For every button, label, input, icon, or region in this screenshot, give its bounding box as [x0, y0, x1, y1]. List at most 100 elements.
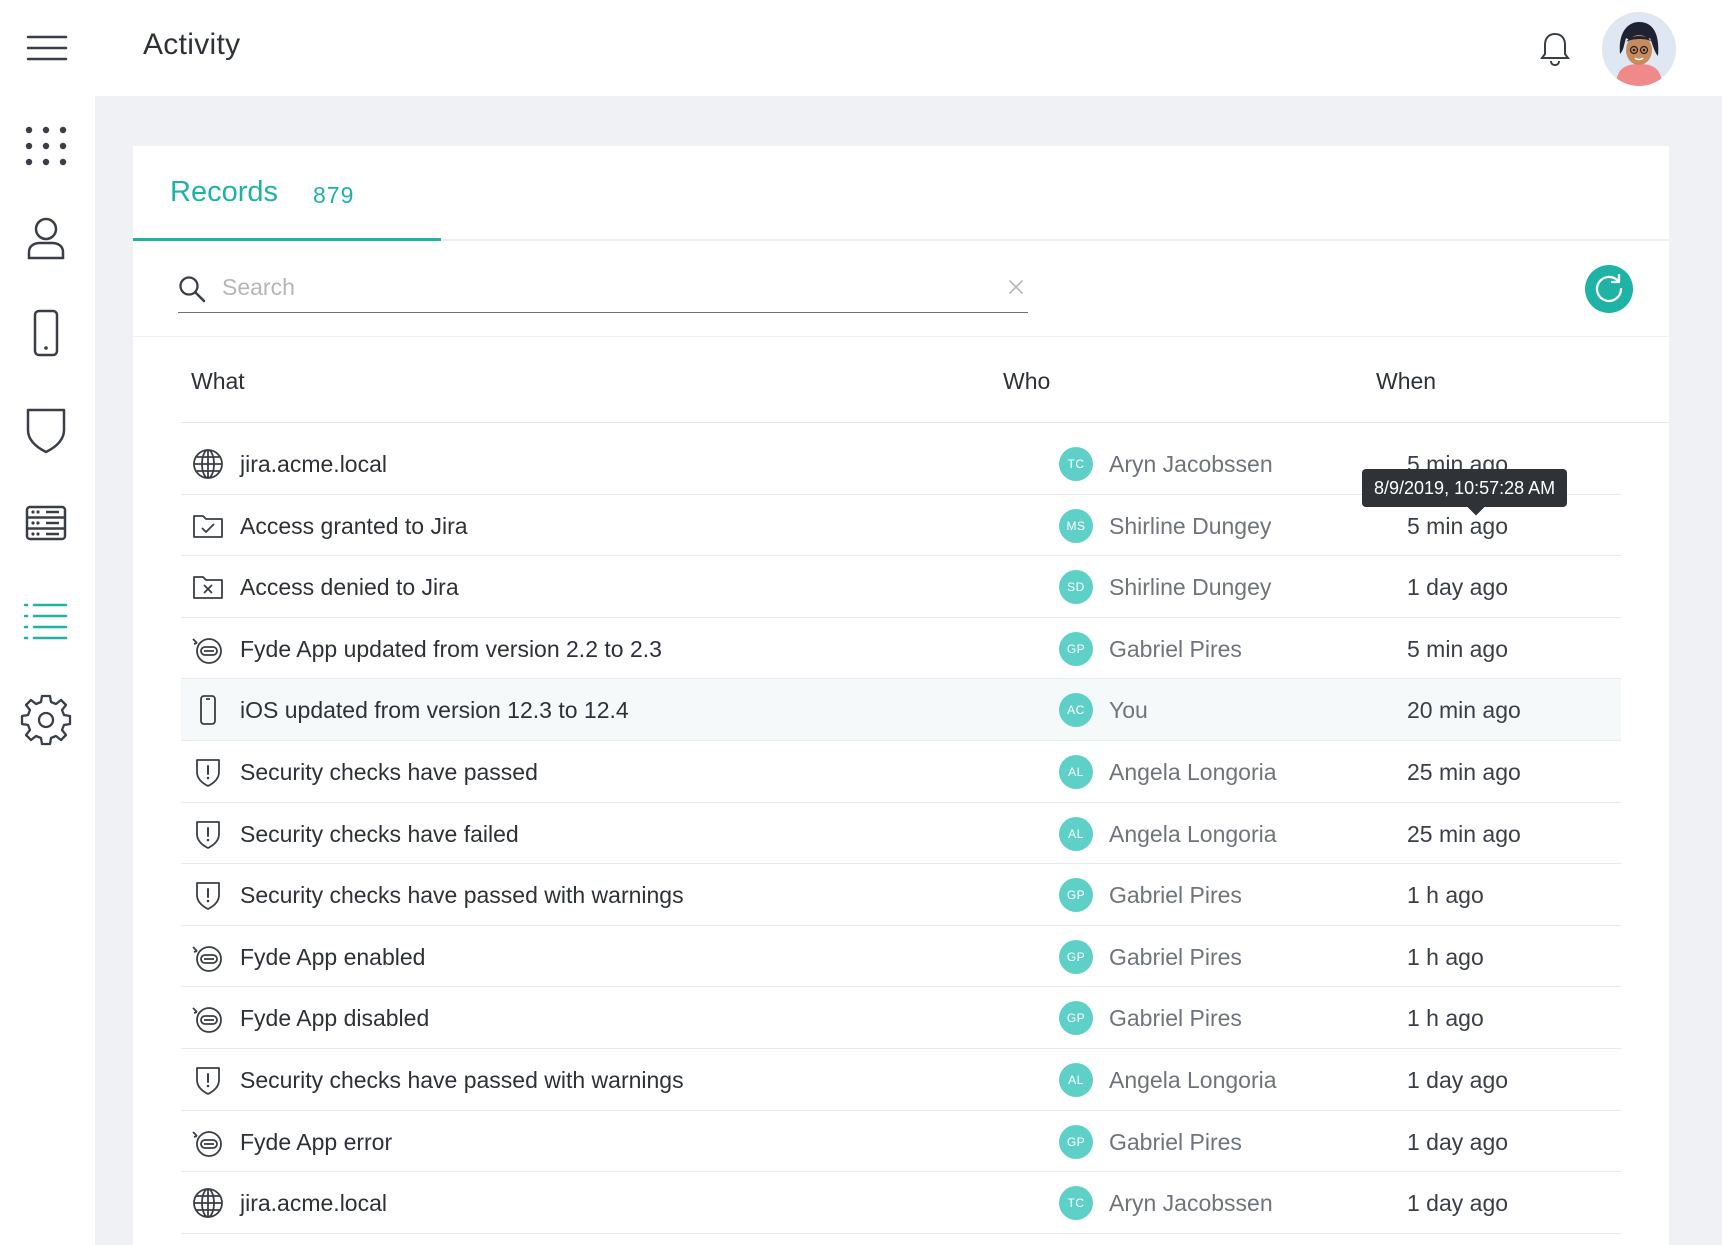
row-when[interactable]: 5 min ago [1407, 636, 1508, 663]
row-when[interactable]: 5 min ago [1407, 513, 1508, 540]
row-who[interactable]: Gabriel Pires [1109, 636, 1242, 663]
row-who[interactable]: Gabriel Pires [1109, 1129, 1242, 1156]
row-when[interactable]: 25 min ago [1407, 759, 1521, 786]
row-when[interactable]: 1 h ago [1407, 944, 1484, 971]
table-row[interactable]: Fyde App updated from version 2.2 to 2.3… [181, 618, 1621, 680]
sidebar [0, 96, 95, 1245]
fyde-app-icon [191, 1126, 225, 1158]
table-row[interactable]: iOS updated from version 12.3 to 12.4 AC Y… [181, 679, 1621, 741]
page-title: Activity [143, 28, 241, 61]
row-what: Fyde App disabled [240, 1005, 430, 1032]
user-initials-badge: GP [1059, 878, 1093, 913]
sidebar-item-settings[interactable] [20, 694, 72, 746]
user-initials-badge: GP [1059, 631, 1093, 666]
row-what: jira.acme.local [240, 1190, 387, 1217]
shield-alert-icon [191, 1064, 225, 1096]
search-input[interactable] [222, 269, 982, 305]
smartphone-icon [191, 694, 225, 726]
table-row[interactable]: Security checks have passed with warning… [181, 1049, 1621, 1111]
row-what: jira.acme.local [240, 451, 387, 477]
globe-icon [191, 448, 225, 480]
table-row[interactable]: Fyde App error GP Gabriel Pires 1 day ago [181, 1111, 1621, 1173]
sidebar-item-apps[interactable] [20, 120, 72, 172]
row-when[interactable]: 1 day ago [1407, 1129, 1508, 1156]
row-what: Fyde App enabled [240, 943, 426, 970]
clear-search-icon[interactable] [1008, 279, 1024, 295]
fyde-app-icon [191, 1002, 225, 1034]
row-when[interactable]: 20 min ago [1407, 697, 1521, 724]
user-initials-badge: TC [1059, 1186, 1093, 1221]
row-what: Security checks have passed with warning… [240, 882, 684, 909]
table-row[interactable]: jira.acme.local TC Aryn Jacobssen 1 day ago [181, 1172, 1621, 1234]
row-who[interactable]: Angela Longoria [1109, 759, 1277, 786]
refresh-icon [1595, 273, 1623, 303]
activity-table: jira.acme.local TC Aryn Jacobssen 5 min ago… [181, 433, 1621, 1234]
sidebar-item-users[interactable] [20, 214, 72, 266]
records-count: 879 [313, 182, 355, 208]
tab-bar: Records 879 [133, 146, 1669, 241]
row-who[interactable]: You [1109, 697, 1148, 724]
row-who[interactable]: Aryn Jacobssen [1109, 451, 1273, 478]
records-card: Records 879 What Who When jira.acme.loca… [133, 146, 1669, 1245]
user-initials-badge: GP [1059, 1124, 1093, 1159]
smartphone-icon [33, 309, 59, 357]
row-what: Access granted to Jira [240, 512, 468, 539]
table-row[interactable]: Fyde App disabled GP Gabriel Pires 1 h ago [181, 987, 1621, 1049]
table-row[interactable]: Security checks have failed AL Angela Long… [181, 803, 1621, 865]
table-row[interactable]: Security checks have passed with warning… [181, 864, 1621, 926]
top-bar: Activity [0, 0, 1722, 96]
row-who[interactable]: Gabriel Pires [1109, 882, 1242, 909]
toolbar [133, 243, 1669, 337]
column-header-when[interactable]: When [1376, 368, 1436, 395]
list-icon [23, 603, 68, 640]
user-initials-badge: AL [1059, 754, 1093, 789]
fyde-app-icon [191, 941, 225, 973]
globe-icon [191, 1187, 225, 1219]
row-when[interactable]: 1 h ago [1407, 882, 1484, 909]
row-what: Security checks have passed [240, 758, 538, 785]
timestamp-tooltip: 8/9/2019, 10:57:28 AM [1362, 469, 1568, 507]
fyde-app-icon [191, 633, 225, 665]
tab-records[interactable]: Records 879 [133, 146, 441, 241]
tab-records-label: Records [170, 176, 278, 208]
grid-dots-icon [25, 126, 67, 166]
table-row[interactable]: Fyde App enabled GP Gabriel Pires 1 h ago [181, 926, 1621, 988]
row-when[interactable]: 25 min ago [1407, 821, 1521, 848]
sidebar-item-devices[interactable] [20, 308, 72, 360]
row-what: Security checks have failed [240, 820, 519, 847]
row-when[interactable]: 1 h ago [1407, 1005, 1484, 1032]
gear-icon [20, 694, 72, 746]
search-icon [179, 276, 206, 303]
column-header-who[interactable]: Who [1003, 368, 1050, 395]
refresh-button[interactable] [1585, 265, 1633, 313]
row-who[interactable]: Angela Longoria [1109, 821, 1277, 848]
row-who[interactable]: Aryn Jacobssen [1109, 1190, 1273, 1217]
shield-alert-icon [191, 756, 225, 788]
row-when[interactable]: 1 day ago [1407, 574, 1508, 601]
folder-check-icon [191, 510, 225, 542]
table-row[interactable]: Access denied to Jira SD Shirline Dungey 1 … [181, 556, 1621, 618]
folder-x-icon [191, 571, 225, 603]
sidebar-item-activity[interactable] [20, 596, 72, 648]
hamburger-menu-icon[interactable] [26, 34, 68, 62]
row-who[interactable]: Gabriel Pires [1109, 1005, 1242, 1032]
user-initials-badge: AL [1059, 816, 1093, 851]
row-who[interactable]: Shirline Dungey [1109, 574, 1271, 601]
row-who[interactable]: Gabriel Pires [1109, 944, 1242, 971]
user-initials-badge: GP [1059, 1001, 1093, 1036]
row-when[interactable]: 1 day ago [1407, 1067, 1508, 1094]
row-who[interactable]: Angela Longoria [1109, 1067, 1277, 1094]
sidebar-item-security[interactable] [20, 402, 72, 454]
avatar[interactable] [1602, 12, 1676, 86]
user-initials-badge: AC [1059, 693, 1093, 728]
row-when[interactable]: 1 day ago [1407, 1190, 1508, 1217]
table-row[interactable]: Security checks have passed AL Angela Long… [181, 741, 1621, 803]
column-header-what[interactable]: What [191, 368, 245, 395]
user-initials-badge: SD [1059, 570, 1093, 605]
shield-icon [26, 408, 66, 454]
shield-alert-icon [191, 818, 225, 850]
row-who[interactable]: Shirline Dungey [1109, 513, 1271, 540]
row-what: Access denied to Jira [240, 574, 459, 601]
sidebar-item-resources[interactable] [20, 498, 72, 550]
bell-icon[interactable] [1538, 30, 1572, 68]
